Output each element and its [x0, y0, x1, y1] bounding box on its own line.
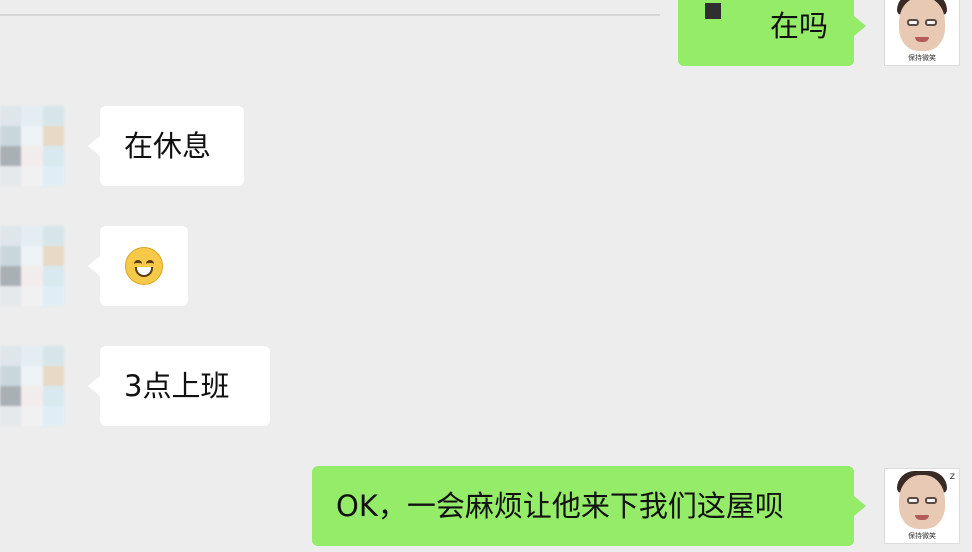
top-divider	[0, 14, 660, 16]
message-text: 3点上班	[124, 368, 230, 403]
message-bubble-incoming[interactable]: 3点上班	[88, 346, 270, 426]
message-bubble-incoming[interactable]: 在休息	[88, 106, 244, 186]
message-bubble-outgoing[interactable]: 在吗	[678, 0, 866, 66]
message-text: 在休息	[124, 128, 212, 163]
my-avatar[interactable]: 保持微笑	[884, 0, 960, 66]
message-text: 在吗	[769, 8, 828, 43]
avatar-caption: 保持微笑	[885, 531, 959, 541]
my-avatar[interactable]: z 保持微笑	[884, 468, 960, 544]
grinning-face-icon	[125, 247, 163, 285]
message-text: OK，一会麻烦让他来下我们这屋呗	[336, 488, 784, 523]
sleep-z-icon: z	[949, 471, 955, 482]
contact-avatar[interactable]	[0, 346, 64, 426]
partial-glyph-icon	[705, 3, 721, 19]
contact-avatar[interactable]	[0, 226, 64, 306]
message-bubble-incoming[interactable]	[88, 226, 188, 306]
contact-avatar[interactable]	[0, 106, 64, 186]
avatar-caption: 保持微笑	[885, 53, 959, 63]
message-bubble-outgoing[interactable]: OK，一会麻烦让他来下我们这屋呗	[312, 466, 866, 546]
